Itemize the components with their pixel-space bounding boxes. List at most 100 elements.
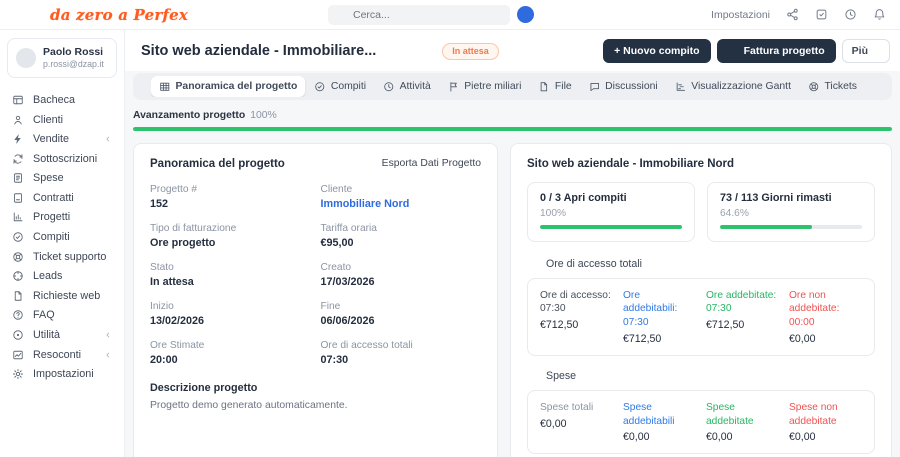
sidebar-item-label: FAQ [33, 309, 55, 322]
stat-progress-fill [540, 224, 682, 229]
stat-progress-bar [720, 224, 862, 229]
tab-discussioni[interactable]: Discussioni [581, 76, 666, 97]
search-input[interactable] [353, 8, 502, 21]
field-tariffa-oraria: Tariffa oraria €95,00 [321, 223, 482, 249]
tab-label: Discussioni [605, 80, 658, 92]
gantt-icon [675, 81, 687, 93]
new-task-button[interactable]: + Nuovo compito [603, 39, 711, 63]
main-content: Sito web aziendale - Immobiliare... In a… [125, 30, 900, 457]
tab-label: Pietre miliari [464, 80, 522, 92]
metric-value: €712,50 [623, 332, 662, 345]
field-label: Fine [320, 300, 341, 312]
sidebar-item-sottoscrizioni[interactable]: Sottoscrizioni [0, 149, 124, 169]
sidebar-item-label: Vendite [33, 133, 70, 146]
field-label: Progetto # [150, 183, 198, 195]
user-profile-card[interactable]: Paolo Rossi p.rossi@dzap.it [7, 38, 117, 79]
refresh-icon [12, 153, 24, 165]
sidebar-item-progetti[interactable]: Progetti [0, 208, 124, 228]
file-icon [538, 81, 550, 93]
metric-label: Ore addebitabili: 07:30 [623, 289, 678, 329]
field-value[interactable]: Immobiliare Nord [321, 198, 482, 210]
topbar-actions: Impostazioni [711, 8, 886, 21]
sidebar-item-impostazioni[interactable]: Impostazioni [0, 364, 124, 384]
field-label: Ore di accesso totali [320, 339, 413, 351]
field-tipo-di-fatturazione: Tipo di fatturazione Ore progetto [150, 223, 311, 249]
gear-icon [12, 368, 24, 380]
field-ore-di-accesso-totali: Ore di accesso totali 07:30 [321, 340, 482, 366]
summary-card-title: Sito web aziendale - Immobiliare Nord [527, 157, 735, 170]
stat-progress-fill [720, 224, 812, 229]
bell-icon[interactable] [873, 8, 886, 21]
project-tabs: Panoramica del progetto Compiti Attività Pi… [133, 73, 892, 100]
tab-pietre-miliari[interactable]: Pietre miliari [440, 76, 530, 97]
receipt-icon [12, 172, 24, 184]
tab-label: Panoramica del progetto [175, 80, 298, 92]
table-icon [159, 81, 171, 93]
sidebar-item-leads[interactable]: Leads [0, 266, 124, 286]
tab-contratti[interactable]: Contratti [866, 76, 874, 97]
tab-attività[interactable]: Attività [375, 76, 439, 97]
user-name: Paolo Rossi [43, 46, 104, 58]
sidebar-item-label: Contratti [33, 191, 74, 204]
overview-card-title: Panoramica del progetto [150, 157, 285, 170]
status-badge: In attesa [442, 42, 499, 60]
sidebar-item-bacheca[interactable]: Bacheca [0, 90, 124, 110]
tab-panoramica-del-progetto[interactable]: Panoramica del progetto [151, 76, 306, 97]
contract-icon [12, 192, 24, 204]
tab-label: File [554, 80, 572, 92]
sidebar-item-label: Bacheca [33, 93, 76, 106]
tab-compiti[interactable]: Compiti [306, 76, 374, 97]
sidebar-item-utilità[interactable]: Utilità [0, 325, 124, 345]
stat-title: 0 / 3 Apri compiti [540, 191, 627, 204]
metric-value: €0,00 [789, 431, 816, 444]
tab-tickets[interactable]: Tickets [800, 76, 865, 97]
metric-label: Ore addebitate: 07:30 [706, 289, 777, 315]
life-ring-icon [12, 251, 24, 263]
stat-progress-bar [540, 224, 682, 229]
quick-add-button[interactable] [517, 6, 534, 23]
sidebar-item-resoconti[interactable]: Resoconti [0, 345, 124, 365]
share-icon[interactable] [786, 8, 799, 21]
field-cliente: Cliente Immobiliare Nord [321, 184, 482, 210]
expenses-section-header: Spese [546, 369, 577, 382]
sidebar-item-ticket-supporto[interactable]: Ticket supporto [0, 247, 124, 267]
life-ring-icon [808, 81, 820, 93]
progress-label: Avanzamento progetto [133, 109, 246, 121]
field-label: Tipo di fatturazione [150, 222, 237, 234]
users-icon [12, 114, 24, 126]
page-header: Sito web aziendale - Immobiliare... In a… [125, 30, 900, 71]
settings-link[interactable]: Impostazioni [711, 9, 770, 21]
metric-label: Spese addebitate [706, 401, 754, 427]
metric-value: €0,00 [623, 431, 650, 444]
flag-icon [448, 81, 460, 93]
check-square-icon[interactable] [815, 8, 828, 21]
invoice-project-button[interactable]: Fattura progetto [716, 39, 836, 63]
sidebar-item-faq[interactable]: FAQ [0, 306, 124, 326]
sidebar-item-clienti[interactable]: Clienti [0, 110, 124, 130]
stat-box-1: 73 / 113 Giorni rimasti 64.6% [707, 181, 875, 242]
clock-icon[interactable] [844, 8, 857, 21]
sidebar-item-label: Sottoscrizioni [33, 152, 98, 165]
tab-file[interactable]: File [530, 76, 579, 97]
app-logo: da zero a Perfex [50, 5, 189, 24]
global-search [328, 4, 510, 25]
sidebar-item-vendite[interactable]: Vendite [0, 129, 124, 149]
field-ore-stimate: Ore Stimate 20:00 [150, 340, 311, 366]
sidebar-item-label: Utilità [33, 329, 60, 342]
sidebar-item-contratti[interactable]: Contratti [0, 188, 124, 208]
projects-icon [12, 211, 24, 223]
sidebar-item-richieste-web[interactable]: Richieste web [0, 286, 124, 306]
field-value: 07:30 [320, 353, 349, 366]
export-project-data-link[interactable]: Esporta Dati Progetto [365, 158, 481, 170]
sidebar-item-compiti[interactable]: Compiti [0, 227, 124, 247]
metric-value: €0,00 [706, 431, 733, 444]
question-icon [12, 309, 24, 321]
avatar [16, 48, 36, 69]
chevron-left-icon [104, 331, 112, 339]
lightning-icon [12, 133, 24, 145]
progress-bar [133, 126, 892, 131]
more-button[interactable]: Più [841, 39, 890, 63]
metric-ore-di-accesso-07-30: Ore di accesso: 07:30 €712,50 [540, 289, 613, 345]
sidebar-item-spese[interactable]: Spese [0, 168, 124, 188]
tab-visualizzazione-gantt[interactable]: Visualizzazione Gantt [667, 76, 799, 97]
